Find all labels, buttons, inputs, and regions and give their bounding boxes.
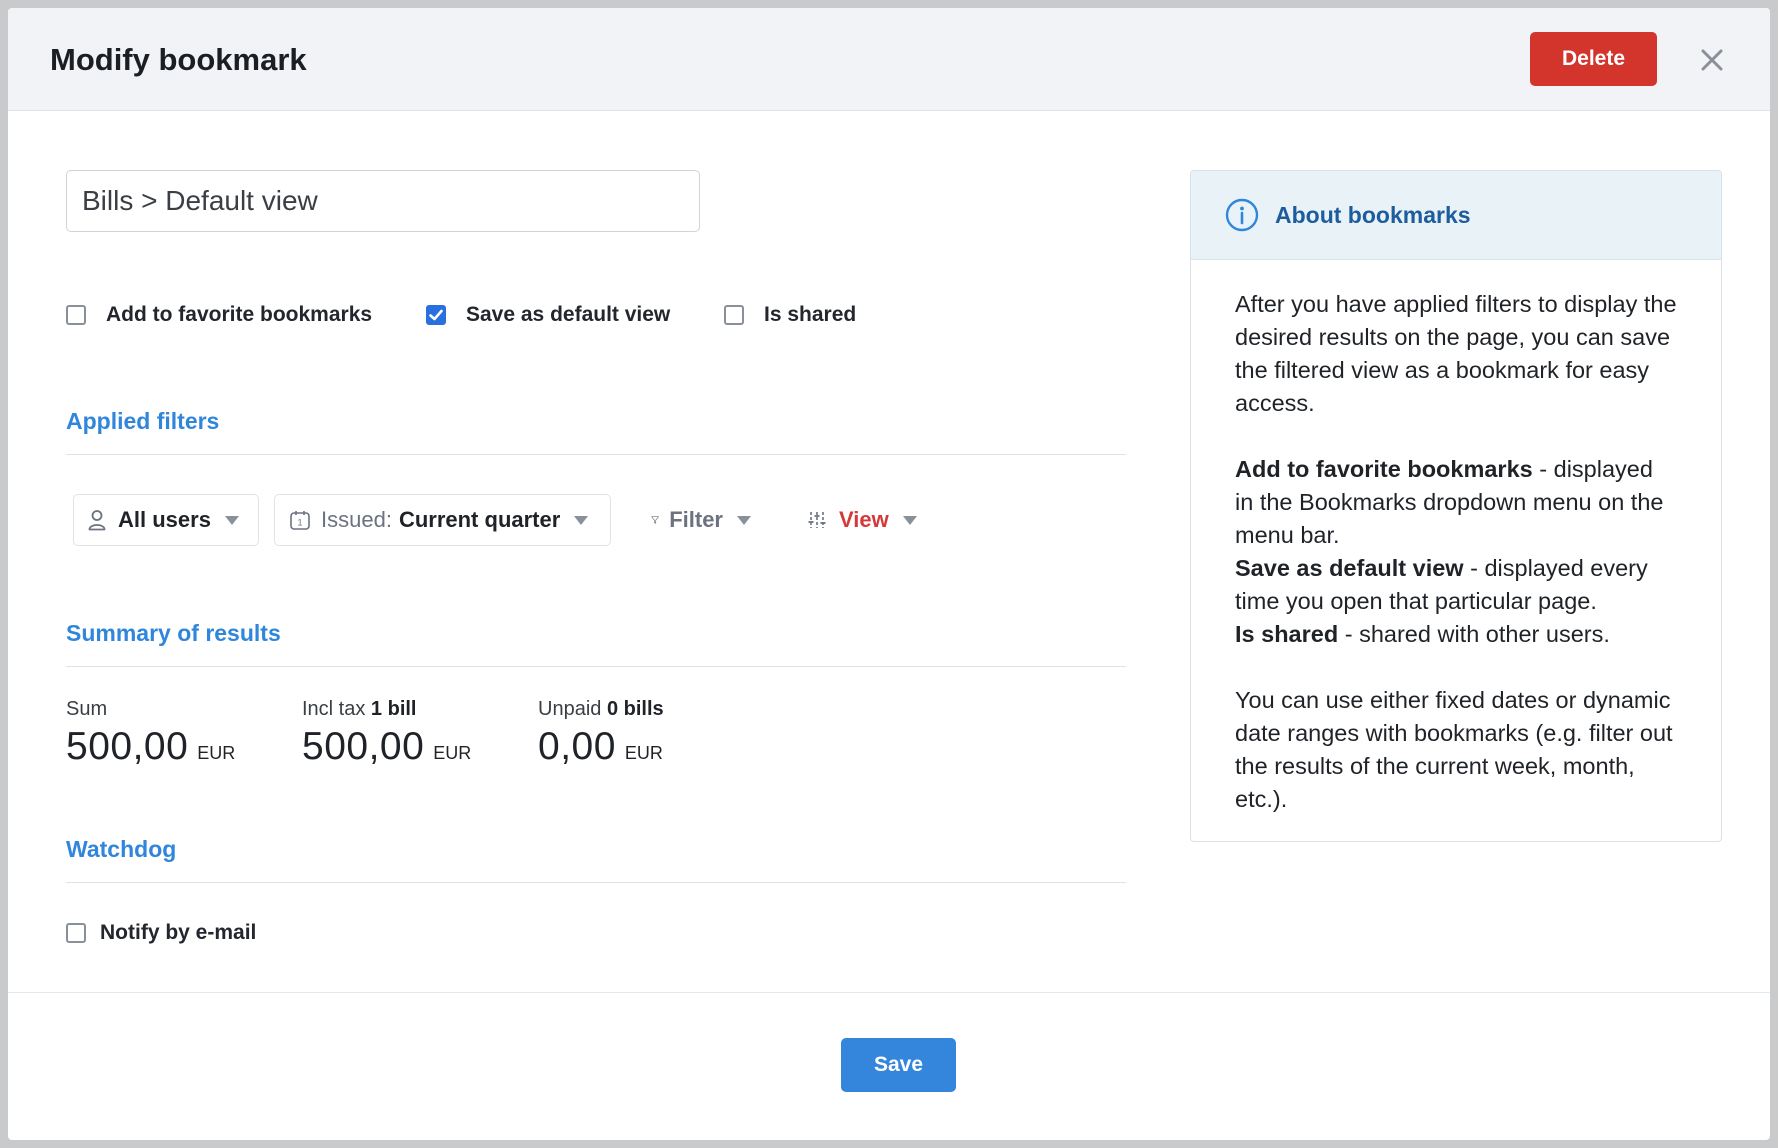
about-default: Save as default view - displayed every t…: [1235, 555, 1648, 614]
modify-bookmark-dialog: Modify bookmark Delete Add to favorite b…: [8, 8, 1770, 1140]
about-intro: After you have applied filters to displa…: [1235, 291, 1677, 416]
chevron-down-icon: [902, 515, 917, 525]
issued-filter-dropdown[interactable]: 1 Issued: Current quarter: [274, 494, 611, 546]
about-dates: You can use either fixed dates or dynami…: [1235, 687, 1673, 812]
notify-checkbox-label: Notify by e-mail: [100, 921, 257, 944]
issued-filter-value: Current quarter: [398, 507, 561, 532]
about-shared: Is shared - shared with other users.: [1235, 621, 1610, 647]
notify-checkbox-row[interactable]: Notify by e-mail: [66, 921, 256, 945]
summary-unpaid-label: Unpaid 0 bills: [538, 698, 664, 720]
view-dropdown[interactable]: View: [792, 494, 932, 546]
user-icon: [88, 510, 106, 531]
shared-checkbox-row[interactable]: Is shared: [724, 303, 856, 327]
chevron-down-icon: [224, 515, 239, 525]
funnel-icon: [651, 516, 659, 524]
filter-dropdown[interactable]: Filter: [636, 494, 766, 546]
divider: [66, 666, 1126, 667]
sliders-icon: [808, 512, 826, 528]
applied-filters-title: Applied filters: [66, 408, 220, 434]
about-bookmarks-panel: About bookmarks After you have applied f…: [1190, 170, 1722, 842]
notify-checkbox[interactable]: [66, 923, 86, 943]
issued-filter-prefix: Issued:: [321, 507, 392, 532]
users-filter-dropdown[interactable]: All users: [73, 494, 259, 546]
favorite-checkbox-label: Add to favorite bookmarks: [106, 303, 373, 326]
filter-label: Filter: [669, 507, 723, 532]
checkmark-icon: [429, 309, 443, 321]
divider: [66, 882, 1126, 883]
save-button[interactable]: Save: [841, 1038, 956, 1092]
dialog-title: Modify bookmark: [50, 42, 307, 77]
svg-text:1: 1: [297, 518, 302, 528]
summary-unpaid: Unpaid 0 bills 0,00 EUR: [538, 698, 664, 769]
about-bookmarks-header: About bookmarks: [1191, 171, 1721, 260]
shared-checkbox-label: Is shared: [764, 303, 857, 326]
summary-unpaid-currency: EUR: [624, 743, 663, 763]
default-view-checkbox-row[interactable]: Save as default view: [426, 303, 670, 327]
summary-unpaid-amount: 0,00: [538, 725, 616, 768]
about-favorite: Add to favorite bookmarks - displayed in…: [1235, 456, 1664, 548]
dialog-header: Modify bookmark Delete: [8, 8, 1770, 111]
summary-sum-label: Sum: [66, 698, 108, 720]
bookmark-name-input[interactable]: [66, 170, 700, 232]
delete-button[interactable]: Delete: [1530, 32, 1657, 86]
close-icon[interactable]: [1698, 46, 1726, 74]
shared-checkbox[interactable]: [724, 305, 744, 325]
favorite-checkbox[interactable]: [66, 305, 86, 325]
chevron-down-icon: [574, 515, 589, 525]
divider: [66, 454, 1126, 455]
summary-sum: Sum 500,00 EUR: [66, 698, 235, 769]
view-label: View: [839, 507, 889, 532]
favorite-checkbox-row[interactable]: Add to favorite bookmarks: [66, 303, 372, 327]
summary-incl-tax: Incl tax 1 bill 500,00 EUR: [302, 698, 471, 769]
default-view-checkbox[interactable]: [426, 305, 446, 325]
summary-incl-tax-amount: 500,00: [302, 725, 425, 768]
info-icon: [1225, 198, 1259, 232]
users-filter-label: All users: [118, 507, 211, 532]
footer-divider: [8, 992, 1770, 993]
watchdog-title: Watchdog: [66, 836, 177, 862]
chevron-down-icon: [737, 515, 751, 525]
summary-sum-amount: 500,00: [66, 725, 189, 768]
summary-title: Summary of results: [66, 620, 281, 646]
about-bookmarks-title: About bookmarks: [1275, 201, 1471, 228]
calendar-icon: 1: [290, 511, 310, 530]
summary-sum-currency: EUR: [197, 743, 236, 763]
summary-incl-tax-label: Incl tax 1 bill: [302, 698, 417, 720]
about-bookmarks-body: After you have applied filters to displa…: [1191, 260, 1721, 816]
default-view-checkbox-label: Save as default view: [466, 303, 671, 326]
summary-incl-tax-currency: EUR: [433, 743, 472, 763]
